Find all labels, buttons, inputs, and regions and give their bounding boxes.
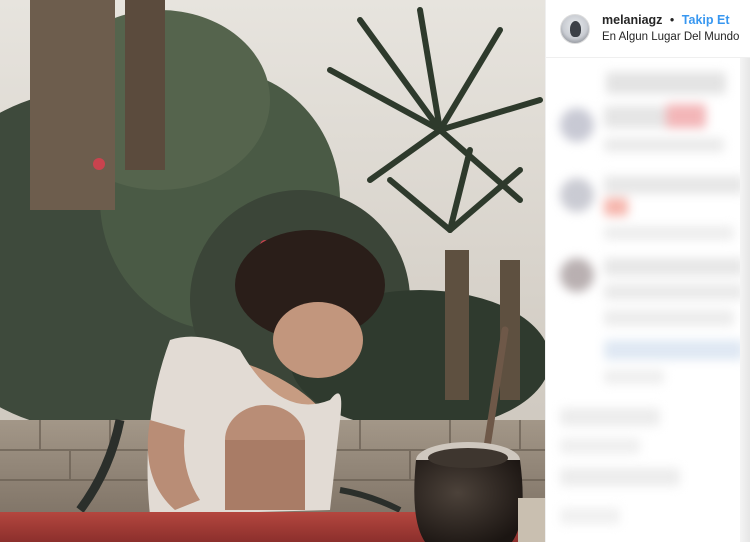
photo-illustration <box>0 0 545 542</box>
profile-avatar[interactable] <box>560 13 590 44</box>
username-link[interactable]: melaniagz <box>602 13 662 27</box>
header-row: melaniagz • Takip Et <box>602 12 739 27</box>
blurred-comments <box>546 58 750 542</box>
header-text: melaniagz • Takip Et En Algun Lugar Del … <box>602 12 739 44</box>
scrollbar[interactable] <box>740 58 750 542</box>
follow-button[interactable]: Takip Et <box>682 13 730 27</box>
location-link[interactable]: En Algun Lugar Del Mundo <box>602 31 739 44</box>
separator-dot: • <box>669 12 675 27</box>
post-header: melaniagz • Takip Et En Algun Lugar Del … <box>546 0 750 58</box>
post-sidebar: melaniagz • Takip Et En Algun Lugar Del … <box>545 0 750 542</box>
post-photo[interactable] <box>0 0 545 542</box>
